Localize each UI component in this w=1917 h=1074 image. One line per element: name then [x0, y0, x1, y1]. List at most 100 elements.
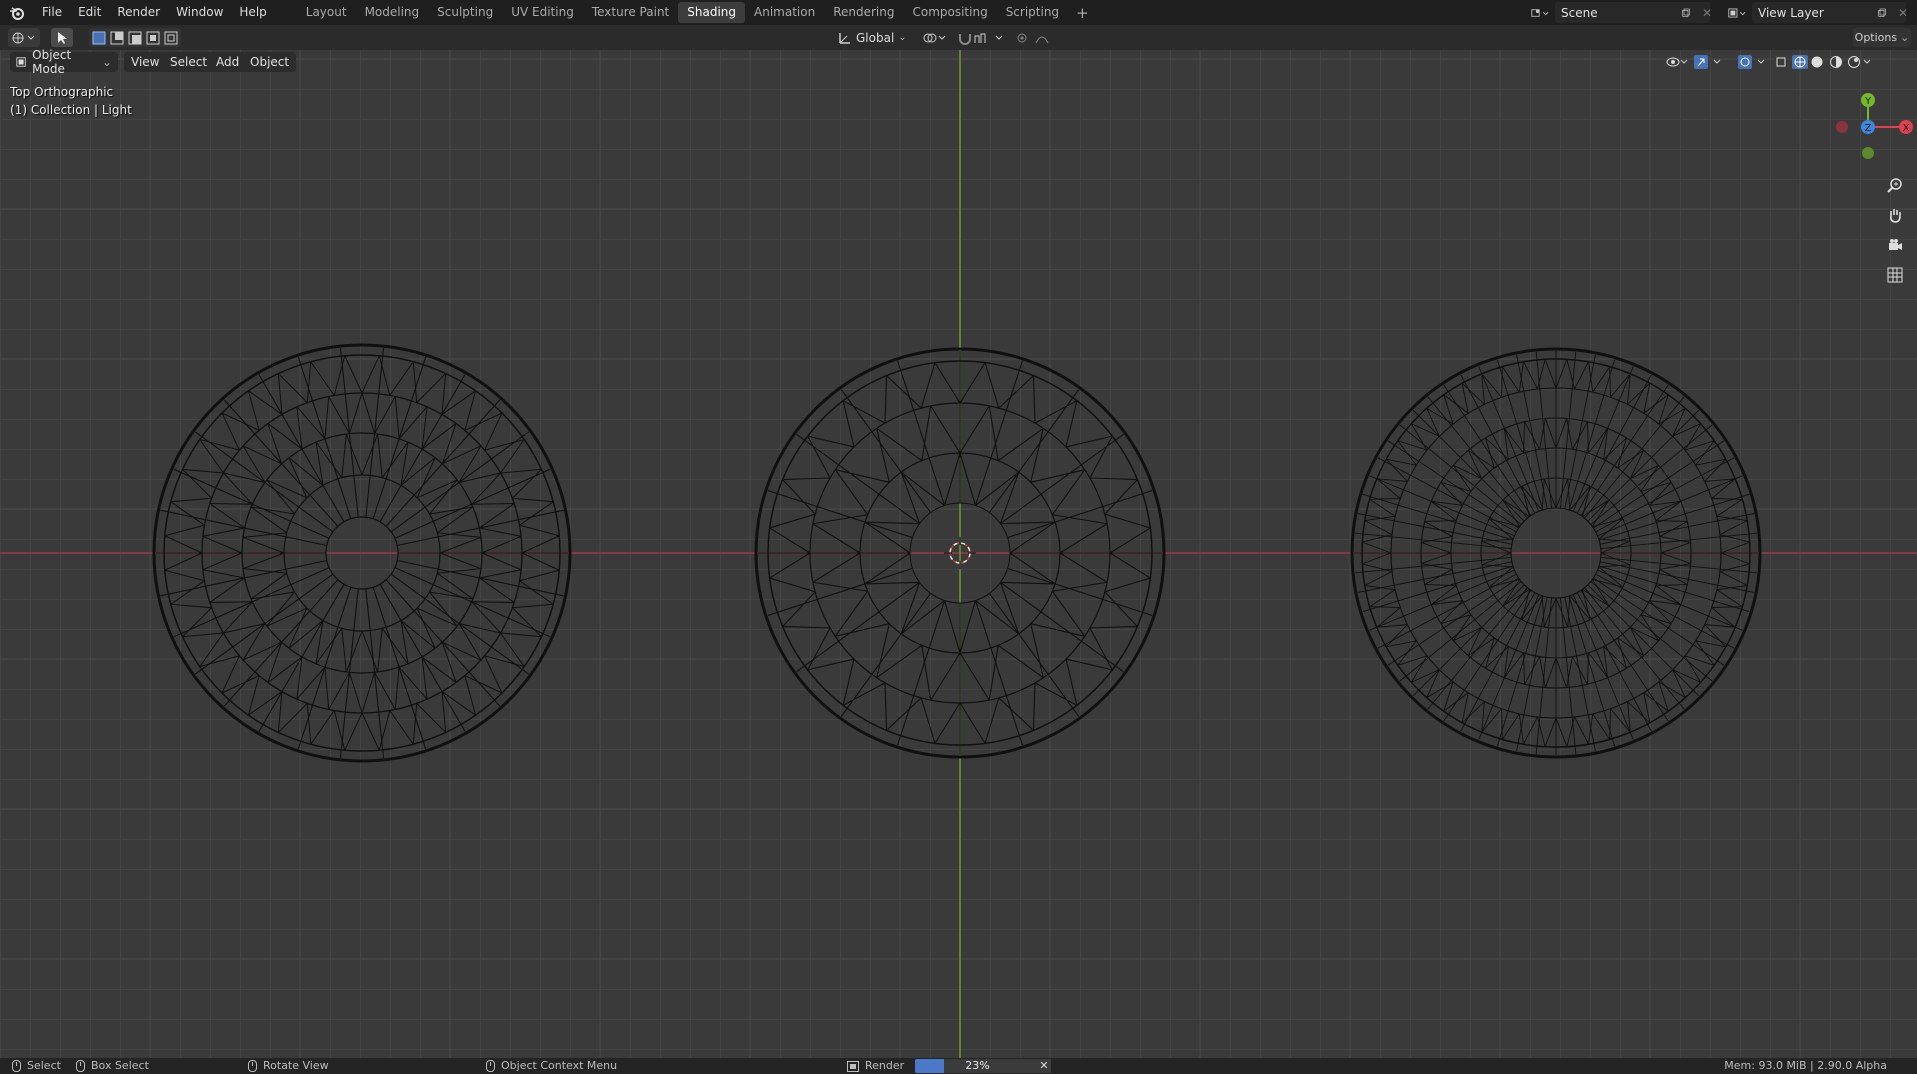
menu-file[interactable]: File — [34, 0, 70, 25]
xray-toggle-icon[interactable] — [1774, 55, 1788, 69]
add-workspace-button[interactable]: + — [1068, 4, 1097, 22]
major-grid — [0, 50, 1917, 1058]
mouse-left-icon — [12, 1060, 21, 1072]
chevron-down-icon: ⌄ — [101, 55, 112, 69]
3d-viewport[interactable]: Top Orthographic (1) Collection | Light … — [0, 50, 1917, 1058]
status-rotate-view: Rotate View — [248, 1059, 329, 1073]
camera-icon[interactable] — [1883, 233, 1907, 257]
wireframe-shading-icon[interactable] — [1792, 55, 1808, 69]
tab-uv-editing[interactable]: UV Editing — [502, 2, 583, 23]
view-name-label: Top Orthographic — [10, 85, 114, 99]
pivot-point-dropdown[interactable] — [922, 28, 948, 47]
status-render-job: Render — [847, 1059, 904, 1073]
close-scene-icon[interactable]: ✕ — [1696, 2, 1712, 23]
menu-help[interactable]: Help — [231, 0, 274, 25]
render-icon — [847, 1060, 859, 1072]
tab-animation[interactable]: Animation — [745, 2, 824, 23]
solid-shading-icon[interactable] — [1811, 56, 1823, 68]
orientation-icon — [839, 32, 850, 44]
editor-type-icon[interactable] — [8, 28, 40, 47]
mouse-drag-icon — [76, 1060, 85, 1072]
tab-rendering[interactable]: Rendering — [824, 2, 903, 23]
top-menu-bar: File Edit Render Window Help Layout Mode… — [0, 0, 1917, 25]
status-bar: Select Box Select Rotate View Object Con… — [0, 1058, 1917, 1074]
tab-shading[interactable]: Shading — [678, 2, 745, 23]
proportional-editing-toggle[interactable] — [1016, 28, 1060, 47]
mouse-middle-icon — [248, 1060, 257, 1072]
view-layer-name: View Layer — [1758, 5, 1824, 20]
memory-label: Mem: 93.0 MiB | 2.90.0 Alpha — [1724, 1059, 1887, 1072]
visibility-icon[interactable] — [1666, 57, 1688, 67]
scene-selector-icon[interactable] — [1525, 2, 1555, 23]
status-select-label: Select — [27, 1059, 61, 1072]
header-toolbar: Global ⌄ Options ⌄ — [0, 25, 1917, 50]
object-mode-label: Object Mode — [32, 48, 72, 76]
object-mode-dropdown[interactable]: Object Mode ⌄ — [10, 48, 118, 76]
pivot-icon — [923, 33, 946, 42]
tab-texture-paint[interactable]: Texture Paint — [583, 2, 678, 23]
gizmo-neg-y-icon[interactable] — [1862, 147, 1874, 159]
navigation-gizmo[interactable]: Y X Z — [1826, 74, 1916, 164]
menu-window[interactable]: Window — [168, 0, 231, 25]
rendered-shading-icon[interactable] — [1848, 56, 1860, 68]
status-context-menu-label: Object Context Menu — [501, 1059, 618, 1072]
grid-view-icon[interactable] — [1883, 263, 1907, 287]
menu-edit[interactable]: Edit — [70, 0, 109, 25]
view-layer-selector-icon[interactable] — [1722, 2, 1752, 23]
zoom-icon[interactable] — [1883, 173, 1907, 197]
mouse-right-icon — [486, 1060, 495, 1072]
scene-name: Scene — [1561, 5, 1598, 20]
selection-mode-group — [89, 28, 181, 47]
pan-hand-icon[interactable] — [1883, 203, 1907, 227]
collection-info-label: (1) Collection | Light — [10, 103, 132, 117]
close-icon: ✕ — [1039, 1059, 1049, 1072]
snap-toggle[interactable] — [958, 28, 1006, 47]
viewport-menu-select[interactable]: Select — [163, 52, 215, 72]
status-rotate-view-label: Rotate View — [263, 1059, 329, 1072]
status-box-select-label: Box Select — [91, 1059, 149, 1072]
snap-magnet-icon — [959, 33, 1003, 45]
status-memory: Mem: 93.0 MiB | 2.90.0 Alpha — [1724, 1059, 1887, 1073]
workspace-tabs: Layout Modeling Sculpting UV Editing Tex… — [297, 0, 1097, 25]
tab-modeling[interactable]: Modeling — [356, 2, 429, 23]
select-tool-icon[interactable] — [51, 28, 73, 47]
render-progress-text: 23% — [965, 1059, 990, 1072]
new-scene-icon[interactable] — [1676, 2, 1696, 23]
options-dropdown[interactable]: Options ⌄ — [1853, 28, 1911, 47]
gizmo-y-label: Y — [1864, 96, 1872, 107]
close-view-layer-icon[interactable]: ✕ — [1892, 2, 1908, 23]
overlays-icon[interactable] — [1738, 55, 1765, 69]
viewport-header: Object Mode ⌄ View Select Add Object — [0, 48, 1917, 76]
blender-logo-icon[interactable] — [0, 0, 34, 25]
status-render-label: Render — [865, 1059, 905, 1072]
status-select: Select — [12, 1059, 61, 1073]
status-context-menu: Object Context Menu — [486, 1059, 617, 1073]
viewport-menu-object[interactable]: Object — [243, 52, 297, 72]
gizmo-z-label: Z — [1865, 123, 1872, 134]
chevron-down-icon: ⌄ — [1900, 31, 1910, 44]
material-shading-icon[interactable] — [1830, 56, 1842, 68]
gizmo-x-label: X — [1903, 123, 1910, 134]
options-label: Options — [1854, 31, 1898, 44]
tab-scripting[interactable]: Scripting — [997, 2, 1068, 23]
cancel-render-button[interactable]: ✕ — [1037, 1059, 1051, 1073]
proportional-editing-icon — [1017, 33, 1049, 43]
object-mode-icon — [16, 57, 26, 67]
orientation-label: Global — [856, 30, 895, 45]
transform-orientation-dropdown[interactable]: Global ⌄ — [838, 28, 907, 47]
render-progress-bar: 23% — [915, 1059, 1040, 1073]
new-view-layer-icon[interactable] — [1872, 2, 1892, 23]
gizmo-toggle-icon[interactable] — [1694, 55, 1721, 69]
viewport-menu-view[interactable]: View — [124, 52, 167, 72]
tab-sculpting[interactable]: Sculpting — [428, 2, 502, 23]
shading-options-chevron-icon[interactable] — [1863, 59, 1871, 64]
menu-render[interactable]: Render — [109, 0, 168, 25]
tab-compositing[interactable]: Compositing — [903, 2, 996, 23]
viewport-canvas — [0, 50, 1917, 1058]
tab-layout[interactable]: Layout — [297, 2, 356, 23]
status-box-select: Box Select — [76, 1059, 149, 1073]
gizmo-neg-x-icon[interactable] — [1836, 121, 1848, 133]
viewport-menu-add[interactable]: Add — [209, 52, 247, 72]
viewport-shading-controls — [1666, 55, 1871, 69]
chevron-down-icon: ⌄ — [898, 32, 907, 43]
